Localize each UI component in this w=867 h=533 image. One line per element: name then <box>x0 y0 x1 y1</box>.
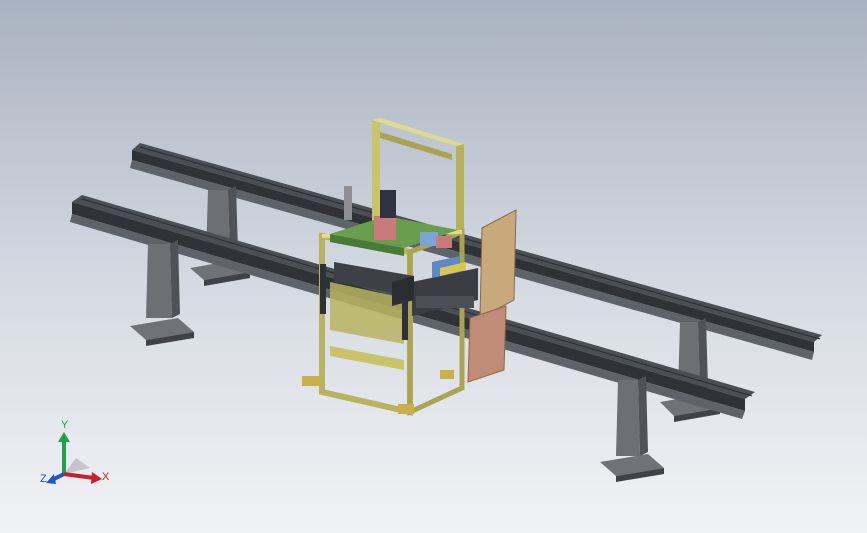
x-axis-label: X <box>102 471 110 483</box>
front-rail-stand-left <box>130 240 194 346</box>
assembly-model[interactable] <box>0 0 867 533</box>
coordinate-triad: Y X Z <box>36 416 116 492</box>
cad-viewport[interactable]: Y X Z <box>0 0 867 533</box>
z-axis-label: Z <box>40 473 47 485</box>
y-axis-label: Y <box>61 419 69 431</box>
slide-module[interactable] <box>412 256 478 316</box>
